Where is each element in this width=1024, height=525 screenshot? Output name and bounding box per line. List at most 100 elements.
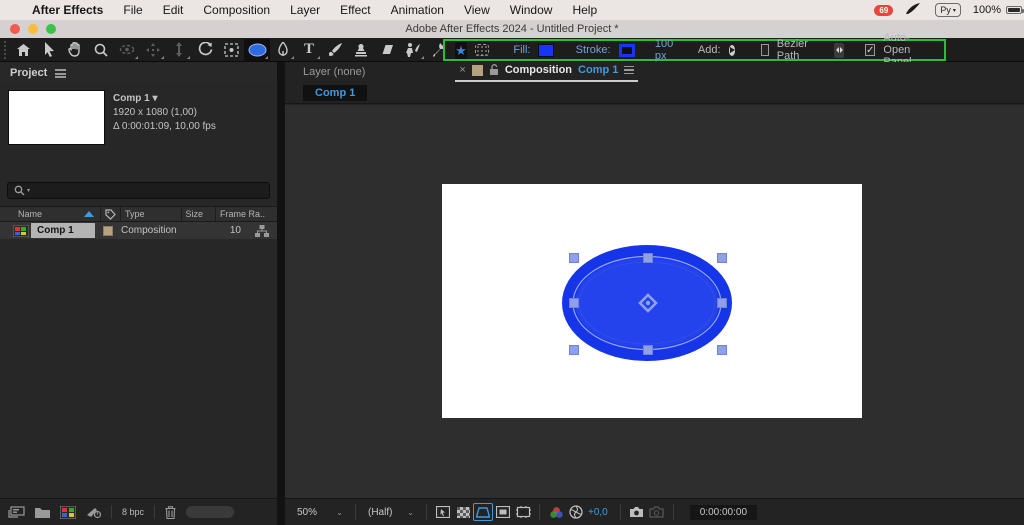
column-name[interactable]: Name (18, 209, 42, 219)
show-snapshot-icon[interactable] (647, 503, 667, 521)
layer-panel-tab[interactable]: Layer (none) (303, 66, 365, 78)
project-search-input[interactable]: ▾ (7, 182, 270, 199)
column-frame-rate[interactable]: Frame Ra.. (220, 209, 265, 219)
composition-panel: Layer (none) × Composition Comp 1 Comp 1 (285, 62, 1024, 525)
item-frame-rate: 10 (230, 225, 241, 236)
take-snapshot-icon[interactable] (627, 503, 647, 521)
comp-mini-tab[interactable]: Comp 1 (303, 85, 367, 101)
composition-thumbnail[interactable] (8, 90, 105, 145)
project-panel-tab[interactable]: Project (0, 62, 277, 84)
composition-active-tab[interactable]: × Composition Comp 1 (455, 62, 638, 82)
exposure-icon[interactable] (566, 503, 586, 521)
fill-label[interactable]: Fill: (513, 44, 530, 56)
workspace: Project Comp 1 ▾ 1920 x 1080 (1,00) Δ 0:… (0, 62, 1024, 525)
project-footer: 8 bpc (0, 498, 277, 525)
bezier-path-checkbox[interactable] (761, 44, 769, 56)
grid-guides-icon[interactable] (433, 503, 453, 521)
label-column-icon[interactable] (105, 209, 116, 220)
pen-status-icon[interactable] (905, 3, 921, 18)
composition-canvas[interactable] (442, 184, 862, 418)
project-table-header: Name Type Size Frame Ra.. (0, 206, 277, 222)
keyboard-layout-indicator[interactable]: Ру▾ (935, 3, 961, 17)
ellipse-shape-layer[interactable] (442, 184, 862, 418)
close-tab-icon[interactable]: × (459, 64, 465, 76)
preview-comp-name[interactable]: Comp 1 ▾ (113, 92, 216, 106)
add-menu-icon[interactable] (729, 45, 736, 56)
sort-ascending-icon[interactable] (84, 211, 94, 217)
eraser-tool[interactable] (374, 39, 400, 61)
color-depth-button[interactable]: 8 bpc (111, 505, 155, 519)
viewer-options-icon[interactable] (513, 503, 533, 521)
selection-tool[interactable] (36, 39, 62, 61)
stroke-color-swatch[interactable] (619, 44, 636, 57)
menu-view[interactable]: View (464, 3, 490, 17)
preview-dimensions: 1920 x 1080 (1,00) (113, 106, 216, 120)
notification-badge[interactable]: 69 (874, 5, 893, 16)
interpret-footage-icon[interactable] (8, 506, 25, 518)
brush-tool[interactable] (322, 39, 348, 61)
panel-toggle-icon[interactable] (834, 43, 844, 58)
home-tool[interactable] (10, 39, 36, 61)
clone-stamp-tool[interactable] (348, 39, 374, 61)
menu-help[interactable]: Help (572, 3, 597, 17)
tool-creates-shape-toggle[interactable]: ★ (455, 42, 467, 59)
menu-animation[interactable]: Animation (391, 3, 444, 17)
transparency-grid-icon[interactable] (453, 503, 473, 521)
unlock-icon[interactable] (489, 64, 499, 76)
type-tool[interactable]: T (296, 39, 322, 61)
flowchart-icon[interactable] (255, 225, 269, 237)
item-name[interactable]: Comp 1 (31, 223, 95, 238)
project-item-row[interactable]: Comp 1 Composition 10 (0, 222, 277, 239)
delete-trash-icon[interactable] (165, 506, 176, 519)
tool-creates-mask-toggle[interactable] (475, 42, 489, 59)
panel-divider[interactable] (277, 62, 285, 525)
fill-color-swatch[interactable] (538, 44, 553, 57)
stroke-label[interactable]: Stroke: (576, 44, 611, 56)
new-folder-icon[interactable] (35, 506, 50, 518)
column-size[interactable]: Size (186, 209, 204, 219)
bezier-path-label: Bezier Path (777, 38, 811, 62)
menu-effect[interactable]: Effect (340, 3, 370, 17)
pen-tool[interactable] (270, 39, 296, 61)
tab-title: Composition (505, 64, 572, 76)
menu-layer[interactable]: Layer (290, 3, 320, 17)
channel-settings-icon[interactable] (546, 503, 566, 521)
panel-grip[interactable] (2, 41, 10, 59)
battery-percentage: 100% (973, 4, 1001, 16)
item-label-color[interactable] (103, 226, 113, 236)
stroke-width-value[interactable]: 100 px (655, 38, 675, 62)
menu-file[interactable]: File (123, 3, 142, 17)
mask-path-visibility-icon[interactable] (473, 503, 493, 521)
new-composition-icon[interactable] (60, 506, 76, 519)
menu-edit[interactable]: Edit (163, 3, 184, 17)
current-time-display[interactable]: 0:00:00:00 (690, 505, 757, 520)
render-engine-icon[interactable] (86, 506, 101, 519)
resolution-dropdown[interactable]: (Half)⌄ (362, 503, 420, 521)
auto-open-panel-checkbox[interactable]: ✓ (865, 44, 875, 56)
pan-behind-tool[interactable] (218, 39, 244, 61)
magnification-dropdown[interactable]: 50%⌄ (291, 503, 349, 521)
region-of-interest-icon[interactable] (493, 503, 513, 521)
project-panel: Project Comp 1 ▾ 1920 x 1080 (1,00) Δ 0:… (0, 62, 277, 525)
menu-composition[interactable]: Composition (203, 3, 270, 17)
composition-viewer[interactable] (285, 105, 1024, 498)
tab-menu-icon[interactable] (624, 66, 634, 74)
pan-camera-tool[interactable] (140, 39, 166, 61)
column-type[interactable]: Type (125, 209, 145, 219)
menu-window[interactable]: Window (510, 3, 553, 17)
window-title: Adobe After Effects 2024 - Untitled Proj… (0, 23, 1024, 35)
zoom-tool[interactable] (88, 39, 114, 61)
panel-menu-icon[interactable] (55, 69, 66, 78)
orbit-camera-tool[interactable] (114, 39, 140, 61)
hand-tool[interactable] (62, 39, 88, 61)
exposure-value[interactable]: +0,0 (588, 507, 608, 518)
roto-brush-tool[interactable] (400, 39, 426, 61)
shape-star-icon: ★ (455, 44, 467, 57)
item-type: Composition (121, 225, 177, 236)
ellipse-shape-tool[interactable] (244, 39, 270, 61)
menu-app-name[interactable]: After Effects (32, 3, 103, 17)
rotation-tool[interactable] (192, 39, 218, 61)
project-preview: Comp 1 ▾ 1920 x 1080 (1,00) Δ 0:00:01:09… (0, 84, 277, 145)
dolly-camera-tool[interactable] (166, 39, 192, 61)
add-label: Add: (698, 44, 721, 56)
